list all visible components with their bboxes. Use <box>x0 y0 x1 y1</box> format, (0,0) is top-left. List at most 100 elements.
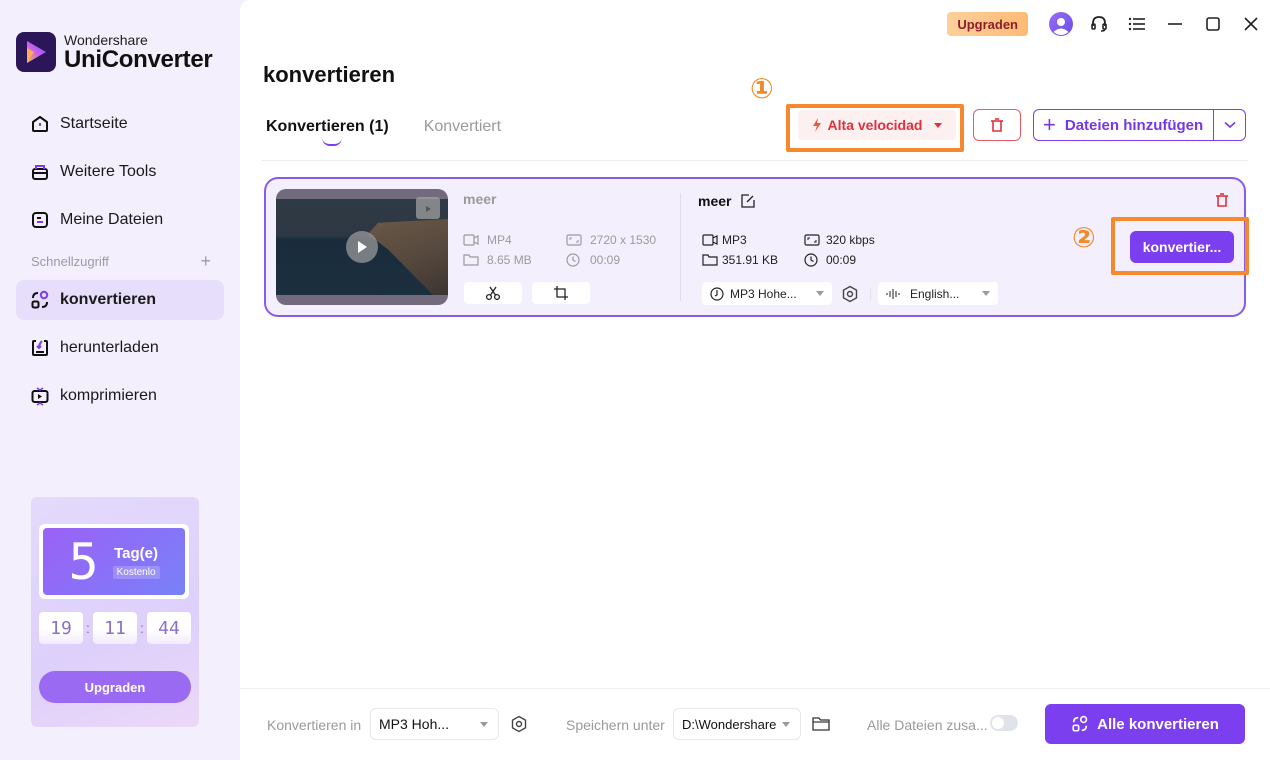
quick-access-header: Schnellzugriff + <box>31 252 211 270</box>
audio-wave-icon <box>886 288 902 300</box>
output-settings-icon[interactable] <box>840 284 860 304</box>
add-quick-access-icon[interactable]: + <box>200 252 211 270</box>
upgrade-button[interactable]: Upgraden <box>947 12 1028 36</box>
source-file-name: meer <box>463 191 497 207</box>
sidebar-item-weitere-tools[interactable]: Weitere Tools <box>16 152 224 192</box>
trial-card: 5 Tag(e) Kostenlo 19 : 11 : 44 Upgraden <box>31 497 199 727</box>
brand-line1: Wondershare <box>64 31 148 48</box>
audio-track-dropdown[interactable]: English... <box>878 282 998 305</box>
trial-countdown: 19 : 11 : 44 <box>39 612 191 644</box>
add-files-split-button: + Dateien hinzufügen <box>1033 109 1246 141</box>
resolution-icon <box>804 233 820 247</box>
page-title: konvertieren <box>263 62 396 87</box>
timer-hours: 19 <box>39 612 83 644</box>
timer-separator: : <box>86 620 90 636</box>
annotation-marker-2: ② <box>1072 222 1096 253</box>
plus-icon: + <box>1043 112 1056 137</box>
merge-files-label: Alle Dateien zusa... <box>867 717 988 733</box>
app-logo: Wondershare UniConverter <box>16 31 213 73</box>
save-to-label: Speichern unter <box>566 717 665 733</box>
sidebar-item-label: herunterladen <box>60 339 159 356</box>
trial-free-label: Kostenlo <box>112 565 160 579</box>
sidebar-item-konvertieren[interactable]: konvertieren <box>16 280 224 320</box>
convert-all-button[interactable]: Alle konvertieren <box>1045 704 1245 744</box>
sidebar-item-komprimieren[interactable]: komprimieren <box>16 376 224 416</box>
timer-seconds: 44 <box>146 612 191 644</box>
caret-down-icon <box>480 722 488 727</box>
minimize-icon[interactable] <box>1156 8 1194 40</box>
edit-name-icon[interactable] <box>741 194 756 208</box>
sidebar-item-startseite[interactable]: Startseite <box>16 104 224 144</box>
toolbox-icon <box>30 162 50 182</box>
files-icon <box>30 210 50 230</box>
target-size: 351.91 KB <box>702 253 778 267</box>
headset-support-icon[interactable] <box>1080 8 1118 40</box>
target-format: MP3 <box>702 233 747 247</box>
sidebar: Wondershare UniConverter Startseite Weit… <box>0 0 240 760</box>
timer-minutes: 11 <box>92 612 137 644</box>
folder-icon <box>463 253 479 267</box>
delete-all-button[interactable] <box>973 109 1021 141</box>
crop-icon <box>554 286 568 300</box>
add-files-dropdown[interactable] <box>1213 110 1245 140</box>
play-icon[interactable] <box>346 231 378 263</box>
brand-line2: UniConverter <box>64 45 213 73</box>
trial-upgrade-button[interactable]: Upgraden <box>39 671 191 703</box>
sidebar-item-label: Weitere Tools <box>60 163 157 180</box>
sidebar-item-meine-dateien[interactable]: Meine Dateien <box>16 200 224 240</box>
convert-to-dropdown[interactable]: MP3 Hoh... <box>370 708 499 740</box>
source-duration: 00:09 <box>566 253 620 267</box>
sidebar-item-label: konvertieren <box>60 291 157 308</box>
trim-button[interactable] <box>464 282 522 304</box>
open-folder-icon[interactable] <box>811 714 831 734</box>
tab-konvertiert[interactable]: Konvertiert <box>424 118 501 136</box>
sidebar-item-label: Meine Dateien <box>60 211 164 228</box>
add-files-button[interactable]: + Dateien hinzufügen <box>1034 110 1213 140</box>
format-settings-icon[interactable] <box>509 714 529 734</box>
trial-days-count: 5 <box>68 532 99 591</box>
tab-bar: Konvertieren (1) Konvertiert <box>266 118 536 146</box>
trial-days-box: 5 Tag(e) Kostenlo <box>39 524 189 599</box>
crop-button[interactable] <box>532 282 590 304</box>
avatar-icon[interactable] <box>1042 8 1080 40</box>
uniconverter-logo-icon <box>16 32 56 72</box>
video-icon <box>463 233 479 247</box>
maximize-icon[interactable] <box>1194 8 1232 40</box>
caret-down-icon <box>934 122 943 128</box>
clock-icon <box>804 253 820 267</box>
source-format: MP4 <box>463 233 512 247</box>
output-preset-dropdown[interactable]: MP3 Hohe... <box>702 282 832 305</box>
close-icon[interactable] <box>1232 8 1270 40</box>
compress-icon <box>30 386 50 406</box>
tab-konvertieren[interactable]: Konvertieren (1) <box>266 118 389 146</box>
source-size: 8.65 MB <box>463 253 532 267</box>
sidebar-item-herunterladen[interactable]: herunterladen <box>16 328 224 368</box>
menu-list-icon[interactable] <box>1118 8 1156 40</box>
file-item-card: meer MP4 8.65 MB 2720 x 1530 00:09 meer <box>264 177 1249 317</box>
high-speed-dropdown[interactable]: Alta velocidad <box>798 110 956 140</box>
resolution-icon <box>566 233 582 247</box>
clapperboard-icon <box>416 197 440 219</box>
caret-down-icon <box>782 722 790 727</box>
merge-files-toggle[interactable] <box>990 715 1018 731</box>
title-bar: Upgraden <box>947 8 1270 40</box>
target-bitrate: 320 kbps <box>804 233 875 247</box>
scissors-icon <box>485 286 501 300</box>
save-to-dropdown[interactable]: D:\Wondershare <box>673 708 801 740</box>
sidebar-item-label: Startseite <box>60 115 128 132</box>
video-thumbnail[interactable] <box>276 189 448 305</box>
chevron-down-icon <box>1223 121 1236 129</box>
convert-file-button[interactable]: konvertier... <box>1130 231 1234 263</box>
convert-icon <box>1071 715 1089 733</box>
timer-separator: : <box>140 620 144 636</box>
home-icon <box>30 114 50 134</box>
trash-icon <box>989 117 1005 133</box>
folder-icon <box>702 253 718 267</box>
remove-file-icon[interactable] <box>1214 192 1230 213</box>
clock-icon <box>566 253 582 267</box>
caret-down-icon <box>816 291 824 296</box>
trial-days-label: Tag(e) <box>114 544 158 562</box>
high-speed-label: Alta velocidad <box>827 117 923 133</box>
download-icon <box>30 338 50 358</box>
target-duration: 00:09 <box>804 253 856 267</box>
